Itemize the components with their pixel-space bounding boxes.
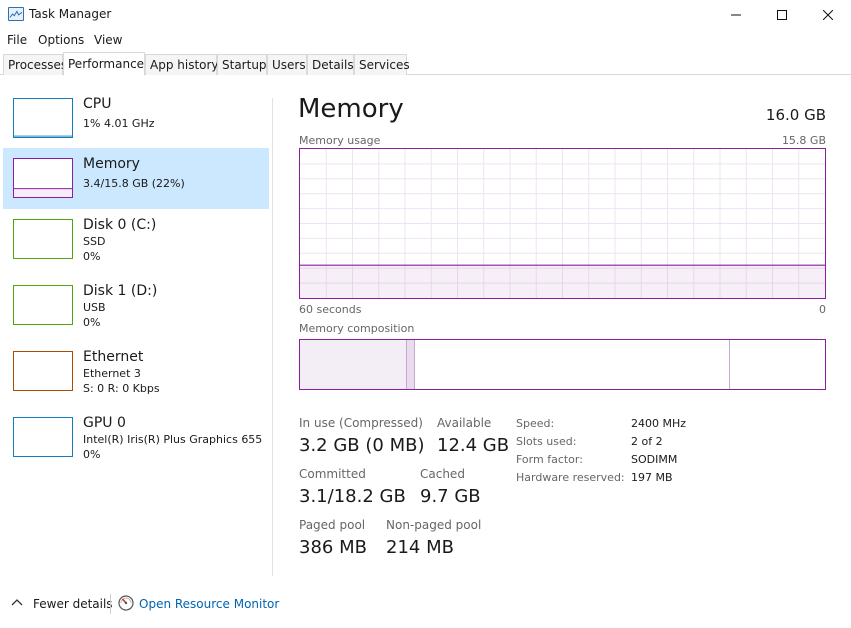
speed-label: Speed: [516,417,555,430]
close-icon [823,10,833,20]
cached-label: Cached [420,467,465,481]
memory-usage-graph [299,148,826,299]
sidebar-item-usage: 0% [83,316,101,329]
sidebar-item-title: Memory [83,156,140,172]
non-paged-pool-label: Non-paged pool [386,518,482,532]
sidebar-item-title: Disk 1 (D:) [83,283,158,299]
chevron-up-icon[interactable] [10,596,24,610]
sidebar-item-detail: SSD [83,235,106,248]
tab-startup[interactable]: Startup [217,54,267,75]
composition-modified [406,340,415,389]
sidebar-item-memory[interactable]: Memory 3.4/15.8 GB (22%) [3,148,269,209]
form-factor-value: SODIMM [631,453,678,466]
in-use-label: In use (Compressed) [299,416,423,430]
slots-used-label: Slots used: [516,435,577,448]
non-paged-pool-value: 214 MB [386,537,454,558]
minimize-icon [731,14,741,16]
thumbnail-fill [14,188,72,197]
sidebar-item-disk1[interactable]: Disk 1 (D:) USB 0% [3,275,269,336]
paged-pool-label: Paged pool [299,518,366,532]
minimize-button[interactable] [713,0,759,30]
ethernet-thumbnail-graph [13,351,73,391]
window-title: Task Manager [29,7,112,21]
sidebar-item-detail: Intel(R) Iris(R) Plus Graphics 655 [83,433,263,446]
resource-monitor-icon[interactable] [118,595,134,611]
menu-view[interactable]: View [94,33,122,47]
paged-pool-value: 386 MB [299,537,367,558]
disk0-thumbnail-graph [13,219,73,259]
committed-label: Committed [299,467,366,481]
hardware-reserved-label: Hardware reserved: [516,471,625,484]
tab-processes[interactable]: Processes [3,54,67,75]
memory-thumbnail-graph [13,158,73,198]
resource-sidebar: CPU 1% 4.01 GHz Memory 3.4/15.8 GB (22%)… [0,76,272,576]
menu-file[interactable]: File [7,33,27,47]
task-manager-icon [8,7,24,21]
sidebar-item-detail: Ethernet 3 [83,367,141,380]
tab-bar: Processes Performance App history Startu… [0,52,851,76]
memory-usage-label: Memory usage [299,134,381,147]
fewer-details-button[interactable]: Fewer details [33,597,113,611]
sidebar-item-disk0[interactable]: Disk 0 (C:) SSD 0% [3,209,269,270]
memory-detail-panel: Memory 16.0 GB Memory usage 15.8 GB 60 s… [298,76,828,576]
sidebar-item-title: Disk 0 (C:) [83,217,157,233]
form-factor-label: Form factor: [516,453,583,466]
usage-area [300,265,825,298]
tab-services[interactable]: Services [354,54,410,75]
time-end-label: 0 [819,303,826,316]
hardware-reserved-value: 197 MB [631,471,673,484]
maximize-button[interactable] [759,0,805,30]
sidebar-item-usage: S: 0 R: 0 Kbps [83,382,160,395]
slots-used-value: 2 of 2 [631,435,663,448]
cached-value: 9.7 GB [420,486,481,507]
composition-free [729,340,825,389]
tab-performance[interactable]: Performance [63,52,145,76]
tab-details[interactable]: Details [307,54,354,75]
sidebar-divider[interactable] [272,98,273,576]
committed-value: 3.1/18.2 GB [299,486,406,507]
title-bar: Task Manager [0,0,851,30]
footer-divider [110,594,111,614]
available-value: 12.4 GB [437,435,510,456]
total-memory: 16.0 GB [765,106,826,124]
disk1-thumbnail-graph [13,285,73,325]
sidebar-item-title: CPU [83,96,112,112]
close-button[interactable] [805,0,851,30]
sidebar-item-title: Ethernet [83,349,144,365]
maximize-icon [777,10,787,20]
menu-bar: File Options View [0,30,851,50]
available-label: Available [437,416,492,430]
sidebar-item-title: GPU 0 [83,415,126,431]
in-use-value: 3.2 GB (0 MB) [299,435,425,456]
sidebar-item-usage: 0% [83,448,101,461]
footer-bar: Fewer details Open Resource Monitor [0,590,851,618]
sidebar-item-detail: 1% 4.01 GHz [83,117,155,130]
time-range-label: 60 seconds [299,303,362,316]
memory-composition-bar [299,339,826,390]
composition-in-use [300,340,407,389]
sidebar-item-detail: 3.4/15.8 GB (22%) [83,177,185,190]
sidebar-item-cpu[interactable]: CPU 1% 4.01 GHz [3,88,269,149]
speed-value: 2400 MHz [631,417,687,430]
memory-composition-label: Memory composition [299,322,415,335]
tab-users[interactable]: Users [267,54,307,75]
open-resource-monitor-link[interactable]: Open Resource Monitor [139,597,279,611]
cpu-thumbnail-graph [13,98,73,138]
memory-usage-max: 15.8 GB [781,134,826,147]
gpu0-thumbnail-graph [13,417,73,457]
sidebar-item-usage: 0% [83,250,101,263]
sidebar-item-ethernet[interactable]: Ethernet Ethernet 3 S: 0 R: 0 Kbps [3,341,269,402]
page-title: Memory [298,94,404,124]
sidebar-item-detail: USB [83,301,106,314]
composition-standby [414,340,730,389]
tab-app-history[interactable]: App history [145,54,219,75]
sidebar-item-gpu0[interactable]: GPU 0 Intel(R) Iris(R) Plus Graphics 655… [3,407,269,468]
menu-options[interactable]: Options [38,33,84,47]
